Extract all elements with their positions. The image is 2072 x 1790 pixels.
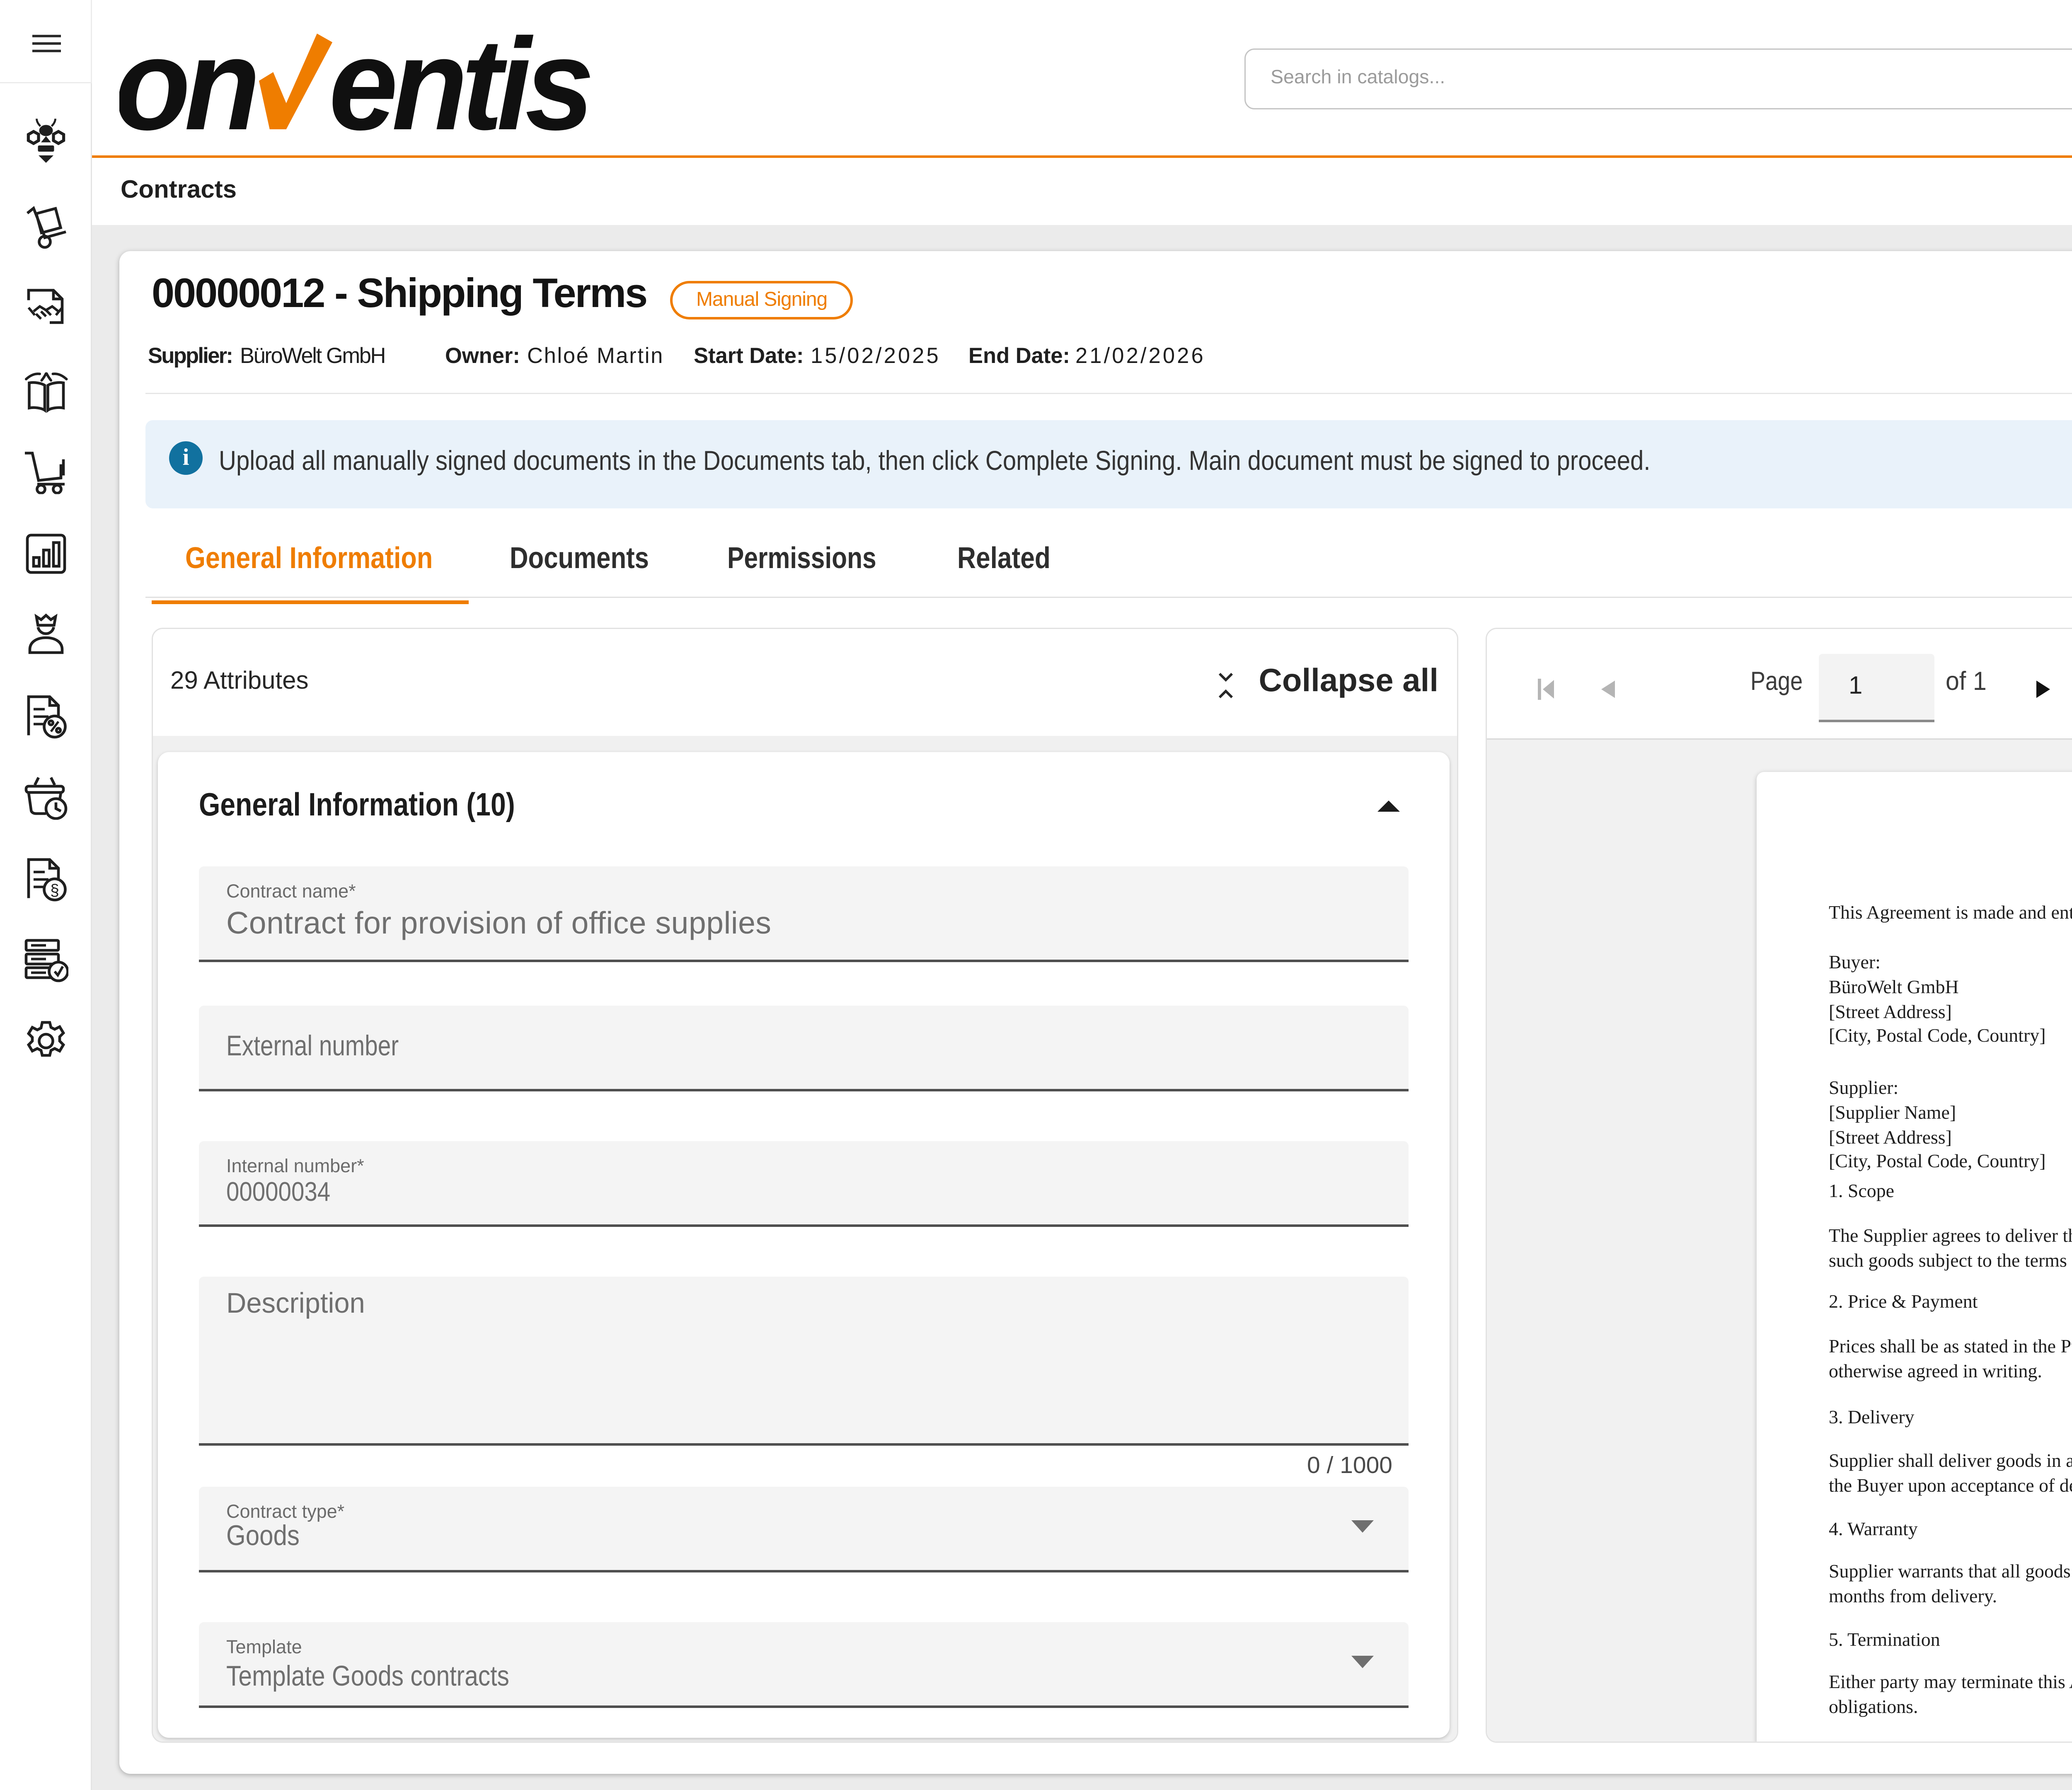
svg-text:on: on (119, 31, 256, 137)
svg-text:entis: entis (329, 31, 591, 137)
svg-text:§: § (50, 882, 59, 900)
